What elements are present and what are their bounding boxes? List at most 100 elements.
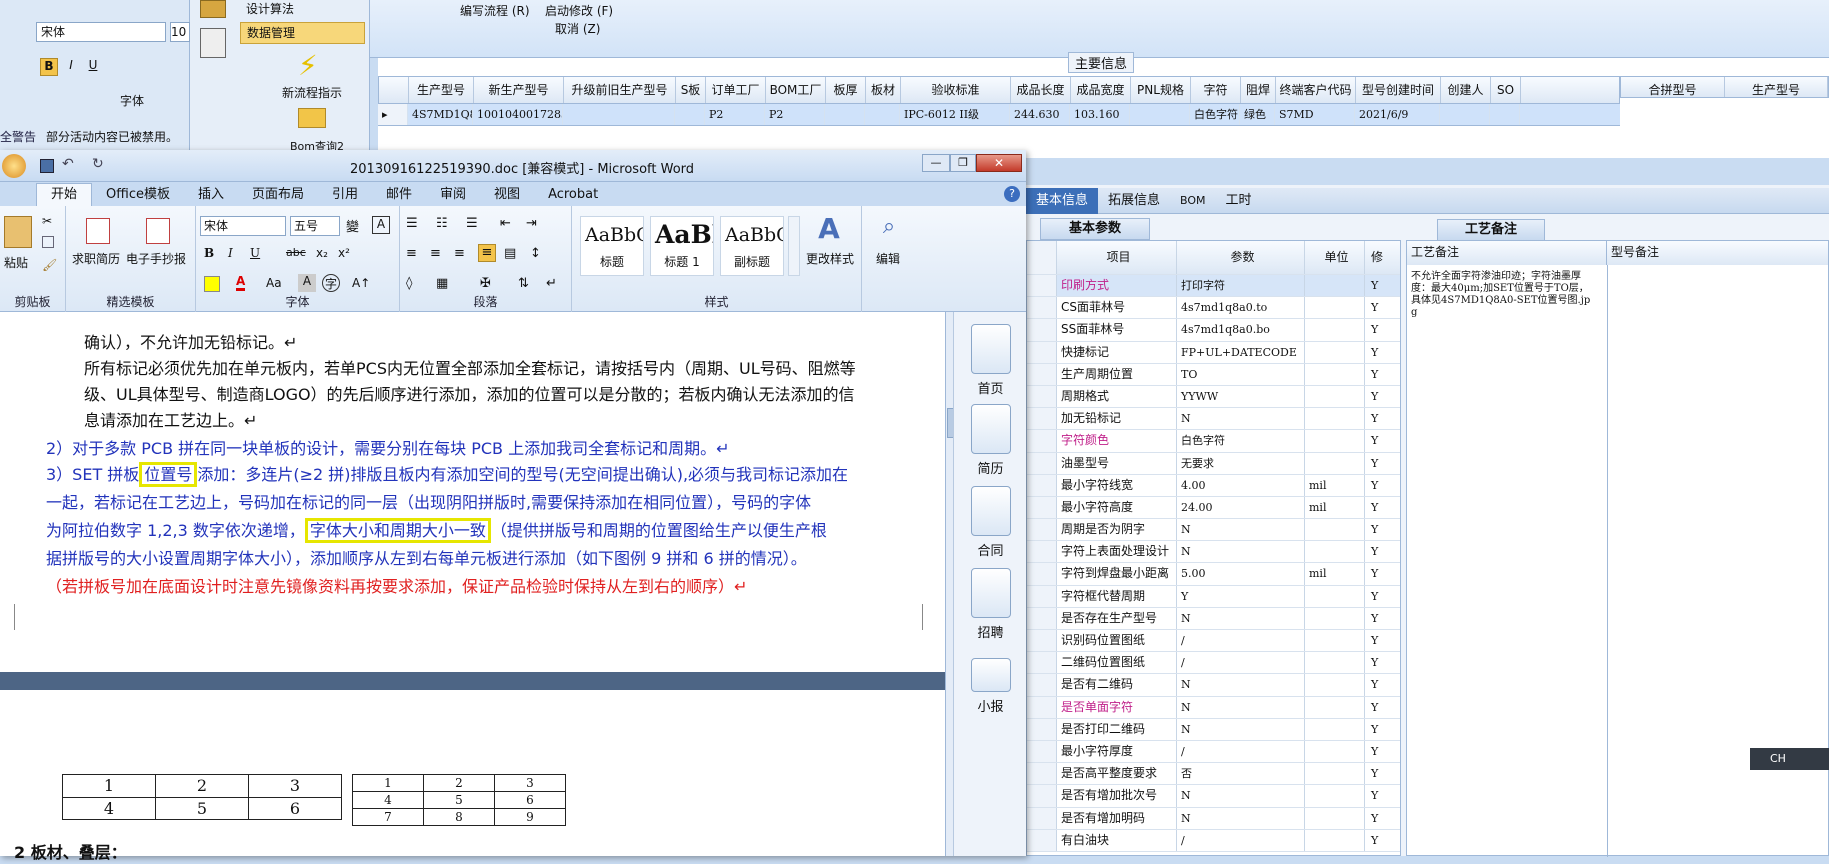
minimize-button[interactable]: —	[922, 154, 950, 172]
col-header[interactable]: 板材	[866, 77, 901, 103]
table-cell[interactable]	[675, 104, 705, 125]
nav-design-algorithm[interactable]: 设计算法	[246, 0, 294, 17]
cut-icon[interactable]: ✂	[42, 214, 52, 228]
param-row[interactable]: 是否单面字符 N Y	[1027, 696, 1400, 719]
col-header[interactable]: 阻焊	[1241, 77, 1276, 103]
sidebar-item-recruit[interactable]: 招聘	[954, 568, 1027, 641]
subscript-button[interactable]: x₂	[316, 246, 328, 260]
col-header[interactable]: 新生产型号	[474, 77, 564, 103]
grow-font-icon[interactable]: A↑	[352, 276, 370, 290]
param-row[interactable]: 油墨型号 无要求 Y	[1027, 452, 1400, 475]
nav-data-management[interactable]: 数据管理	[240, 22, 365, 44]
table-cell[interactable]	[1490, 104, 1520, 125]
help-icon[interactable]: ?	[1004, 186, 1020, 202]
numbering-icon[interactable]: ☷	[436, 216, 448, 231]
char-border-icon[interactable]: A	[372, 216, 390, 234]
decrease-indent-icon[interactable]: ⇤	[500, 216, 511, 231]
param-row[interactable]: SS面菲林号 4s7md1q8a0.bo Y	[1027, 319, 1400, 342]
col-header[interactable]: S板	[676, 77, 706, 103]
copy-icon[interactable]	[42, 236, 54, 248]
col-header[interactable]: 板厚	[826, 77, 866, 103]
col-header[interactable]: 验收标准	[901, 77, 1011, 103]
col-header[interactable]: 修	[1365, 241, 1400, 274]
col-header[interactable]: SO	[1491, 77, 1521, 103]
paste-button[interactable]: 粘贴	[4, 254, 28, 271]
chinese-layout-icon[interactable]: ✠	[480, 276, 491, 291]
superscript-button[interactable]: x²	[338, 246, 350, 260]
italic-button[interactable]: I	[228, 246, 233, 260]
justify-icon[interactable]: ≡	[478, 244, 496, 262]
tab-office-templates[interactable]: Office模板	[92, 184, 184, 206]
row-selector[interactable]: ▸	[378, 104, 408, 125]
col-header[interactable]: 参数	[1177, 241, 1305, 274]
align-right-icon[interactable]: ≡	[454, 246, 465, 261]
multilevel-list-icon[interactable]: ☰	[466, 216, 478, 231]
param-row[interactable]: 印刷方式 打印字符 Y	[1027, 275, 1400, 298]
table-cell[interactable]: P2	[705, 104, 765, 125]
tab-hours[interactable]: 工时	[1216, 188, 1262, 214]
param-row[interactable]: 字符颜色 白色字符 Y	[1027, 430, 1400, 453]
col-header[interactable]: 生产型号	[409, 77, 474, 103]
param-row[interactable]: 识别码位置图纸 / Y	[1027, 630, 1400, 653]
tab-process-note[interactable]: 工艺备注	[1437, 219, 1545, 241]
style-normal[interactable]: AaBbC 标题	[580, 216, 644, 276]
merge-col-header[interactable]: 合拼型号	[1621, 77, 1725, 97]
table-cell[interactable]: 103.160	[1070, 104, 1130, 125]
col-header[interactable]: 升级前旧生产型号	[564, 77, 676, 103]
bullets-icon[interactable]: ☰	[406, 216, 418, 231]
col-header[interactable]: 型号创建时间	[1356, 77, 1441, 103]
param-row[interactable]: 加无铅标记 N Y	[1027, 408, 1400, 431]
cancel-button[interactable]: 取消 (Z)	[555, 20, 600, 37]
tab-references[interactable]: 引用	[318, 184, 372, 206]
enclose-char-icon[interactable]: 字	[322, 274, 340, 292]
tab-page-layout[interactable]: 页面布局	[238, 184, 318, 206]
tab-basic-info[interactable]: 基本信息	[1026, 187, 1099, 214]
restore-button[interactable]: ❐	[950, 154, 976, 172]
table-cell[interactable]: 2021/6/9	[1355, 104, 1440, 125]
start-modify-button[interactable]: 启动修改 (F)	[545, 2, 613, 19]
col-header[interactable]: 单位	[1305, 241, 1365, 274]
language-indicator[interactable]: CH	[1750, 748, 1829, 770]
param-row[interactable]: 最小字符高度 24.00 mil Y	[1027, 496, 1400, 520]
font-size-select[interactable]: 10	[170, 22, 190, 42]
resume-template-button[interactable]: 求职简历	[72, 250, 120, 267]
table-cell[interactable]	[1440, 104, 1490, 125]
sidebar-item-resume[interactable]: 简历	[954, 404, 1027, 477]
param-row[interactable]: 是否高平整度要求否 Y	[1027, 763, 1400, 786]
param-row[interactable]: 是否打印二维码 N Y	[1027, 718, 1400, 741]
sidebar-item-home[interactable]: 首页	[954, 324, 1027, 397]
param-row[interactable]: 二维码位置图纸 / Y	[1027, 652, 1400, 675]
col-header[interactable]: 终端客户代码	[1276, 77, 1356, 103]
param-row[interactable]: 周期格式 YYWW Y	[1027, 385, 1400, 409]
col-header[interactable]: 成品宽度	[1071, 77, 1131, 103]
table-cell[interactable]: P2	[765, 104, 825, 125]
merge-col-header[interactable]: 生产型号	[1725, 77, 1828, 97]
param-row[interactable]: 是否有增加批次号 N Y	[1027, 785, 1400, 808]
tab-basic-params[interactable]: 基本参数	[1040, 218, 1150, 240]
line-spacing-icon[interactable]: ↕	[530, 246, 541, 261]
tab-review[interactable]: 审阅	[426, 184, 480, 206]
align-left-icon[interactable]: ≡	[406, 246, 417, 261]
param-row[interactable]: 字符到焊盘最小距离 5.00 mil Y	[1027, 563, 1400, 586]
highlight-icon[interactable]	[204, 276, 220, 292]
font-name-select[interactable]: 宋体	[200, 216, 286, 236]
col-header[interactable]: 项目	[1057, 241, 1177, 274]
col-header[interactable]: 成品长度	[1011, 77, 1071, 103]
param-row[interactable]: CS面菲林号 4s7md1q8a0.to Y	[1027, 297, 1400, 320]
table-cell[interactable]	[865, 104, 900, 125]
redo-icon[interactable]: ↻	[92, 156, 104, 172]
bold-button[interactable]: B	[204, 246, 214, 260]
font-color-icon[interactable]: A	[236, 274, 246, 291]
italic-button[interactable]: I	[62, 58, 80, 76]
table-cell[interactable]	[825, 104, 865, 125]
tab-home[interactable]: 开始	[36, 183, 93, 206]
document-page[interactable]: 确认），不允许加无铅标记。↵ 所有标记必须优先加在单元板内，若单PCS内无位置全…	[0, 312, 945, 672]
param-row[interactable]: 周期是否为阴字 N Y	[1027, 519, 1400, 542]
tab-mailings[interactable]: 邮件	[372, 184, 426, 206]
style-heading-1[interactable]: AaBl 标题 1	[650, 216, 714, 276]
change-case-icon[interactable]: Aa	[266, 276, 282, 290]
strikethrough-button[interactable]: abc	[286, 246, 306, 259]
param-row[interactable]: 生产周期位置 TO Y	[1027, 363, 1400, 386]
table-cell[interactable]: IPC-6012 II级	[900, 104, 1010, 125]
underline-button[interactable]: U	[250, 246, 260, 260]
